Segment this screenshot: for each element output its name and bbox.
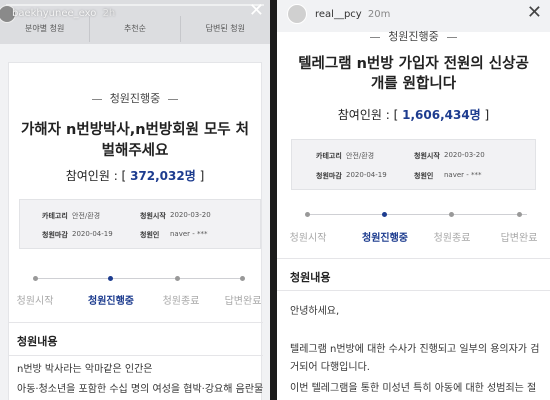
step-dot-2 xyxy=(382,212,387,217)
status-badge: 청원진행중 xyxy=(277,28,550,44)
left-screenshot: baekhyunee_exo 2h ✕ 분야별 청원 추천순 답변된 청원 청원… xyxy=(0,0,270,400)
end-label: 청원마감 xyxy=(42,231,68,239)
step-label-in-progress: 청원진행중 xyxy=(362,233,408,244)
section-title: 청원내용 xyxy=(17,335,58,348)
count-end: ] xyxy=(484,108,490,122)
story-header: real__pcy 20m xyxy=(315,9,390,20)
category-label: 카테고리 xyxy=(316,152,342,160)
step-dot-3 xyxy=(175,276,180,281)
category-value: 안전/환경 xyxy=(346,152,375,160)
petition-card: 청원진행중 텔레그램 n번방 가입자 전원의 신상공 개를 원합니다 참여인원 … xyxy=(277,30,550,400)
participant-count: 참여인원 : [ 1,606,434명 ] xyxy=(277,106,550,123)
start-label: 청원시작 xyxy=(414,152,440,160)
story-progress-bar xyxy=(6,4,264,6)
start-value: 2020-03-20 xyxy=(170,211,211,219)
step-dot-4 xyxy=(517,212,522,217)
step-dot-1 xyxy=(305,212,310,217)
info-box: 카테고리 안전/환경 청원시작 2020-03-20 청원마감 2020-04-… xyxy=(19,199,261,249)
body-line-1: n번방 박사라는 악마같은 인간은 xyxy=(17,364,153,375)
tab-by-field[interactable]: 분야별 청원 xyxy=(0,16,91,42)
step-label-start: 청원시작 xyxy=(16,296,54,307)
author-label: 청원인 xyxy=(414,172,434,180)
petition-title-line1: 텔레그램 n번방 가입자 전원의 신상공 xyxy=(298,56,529,72)
category-tabs: 분야별 청원 추천순 답변된 청원 xyxy=(0,16,270,42)
step-label-ended: 청원종료 xyxy=(162,296,200,307)
avatar xyxy=(287,4,307,24)
tab-answered[interactable]: 답변된 청원 xyxy=(181,16,270,42)
petition-title-line2: 개를 원합니다 xyxy=(370,76,457,92)
participant-count: 참여인원 : [ 372,032명 ] xyxy=(9,167,261,184)
author-label: 청원인 xyxy=(140,231,160,239)
body-line-2: 거되어 다행입니다. xyxy=(290,362,370,373)
body-line-3: 이번 텔레그램을 통한 미성년 특히 아동에 대한 성범죄는 절 xyxy=(290,383,537,394)
count-end: ] xyxy=(199,169,205,183)
category-label: 카테고리 xyxy=(42,212,68,220)
step-dot-1 xyxy=(33,276,38,281)
divider xyxy=(277,258,550,259)
end-value: 2020-04-19 xyxy=(72,230,113,238)
info-box: 카테고리 안전/환경 청원시작 2020-03-20 청원마감 2020-04-… xyxy=(291,139,536,190)
start-label: 청원시작 xyxy=(140,212,166,220)
step-track xyxy=(307,214,527,215)
petition-card: 청원진행중 가해자 n번방박사,n번방회원 모두 처 벌해주세요 참여인원 : … xyxy=(8,62,264,400)
close-icon[interactable]: ✕ xyxy=(527,2,542,23)
step-dot-2 xyxy=(108,276,113,281)
category-value: 안전/환경 xyxy=(72,212,101,220)
divider xyxy=(277,290,550,291)
right-screenshot: real__pcy 20m ✕ 청원진행중 텔레그램 n번방 가입자 전원의 신… xyxy=(277,0,550,400)
body-line-1: 텔레그램 n번방에 대한 수사가 진행되고 일부의 용의자가 검 xyxy=(290,344,540,355)
step-label-start: 청원시작 xyxy=(289,233,327,244)
start-value: 2020-03-20 xyxy=(444,151,485,159)
count-value: 1,606,434명 xyxy=(402,108,481,122)
step-dot-3 xyxy=(449,212,454,217)
story-username[interactable]: real__pcy xyxy=(315,9,362,20)
greeting: 안녕하세요, xyxy=(290,306,340,317)
step-track xyxy=(36,278,242,279)
count-label: 참여인원 : [ xyxy=(337,108,399,122)
story-time: 20m xyxy=(367,9,391,20)
status-badge: 청원진행중 xyxy=(9,90,261,106)
divider xyxy=(9,322,263,323)
step-label-ended: 청원종료 xyxy=(433,233,471,244)
step-label-in-progress: 청원진행중 xyxy=(88,296,134,307)
step-dot-4 xyxy=(240,276,245,281)
step-label-answered: 답변완료 xyxy=(224,296,262,307)
tab-recommended[interactable]: 추천순 xyxy=(90,16,181,42)
count-value: 372,032명 xyxy=(130,169,196,183)
screenshot-divider xyxy=(270,0,277,400)
divider xyxy=(9,355,263,356)
end-label: 청원마감 xyxy=(316,172,342,180)
author-value: naver - *** xyxy=(444,171,482,179)
body-line-2: 아동·청소년을 포함한 수십 명의 여성을 협박·강요해 음란물 xyxy=(17,384,264,395)
count-label: 참여인원 : [ xyxy=(65,169,127,183)
petition-title-line2: 벌해주세요 xyxy=(101,143,169,159)
end-value: 2020-04-19 xyxy=(346,171,387,179)
author-value: naver - *** xyxy=(170,230,208,238)
petition-title-line1: 가해자 n번방박사,n번방회원 모두 처 xyxy=(20,122,250,138)
step-label-answered: 답변완료 xyxy=(500,233,538,244)
section-title: 청원내용 xyxy=(290,271,331,284)
